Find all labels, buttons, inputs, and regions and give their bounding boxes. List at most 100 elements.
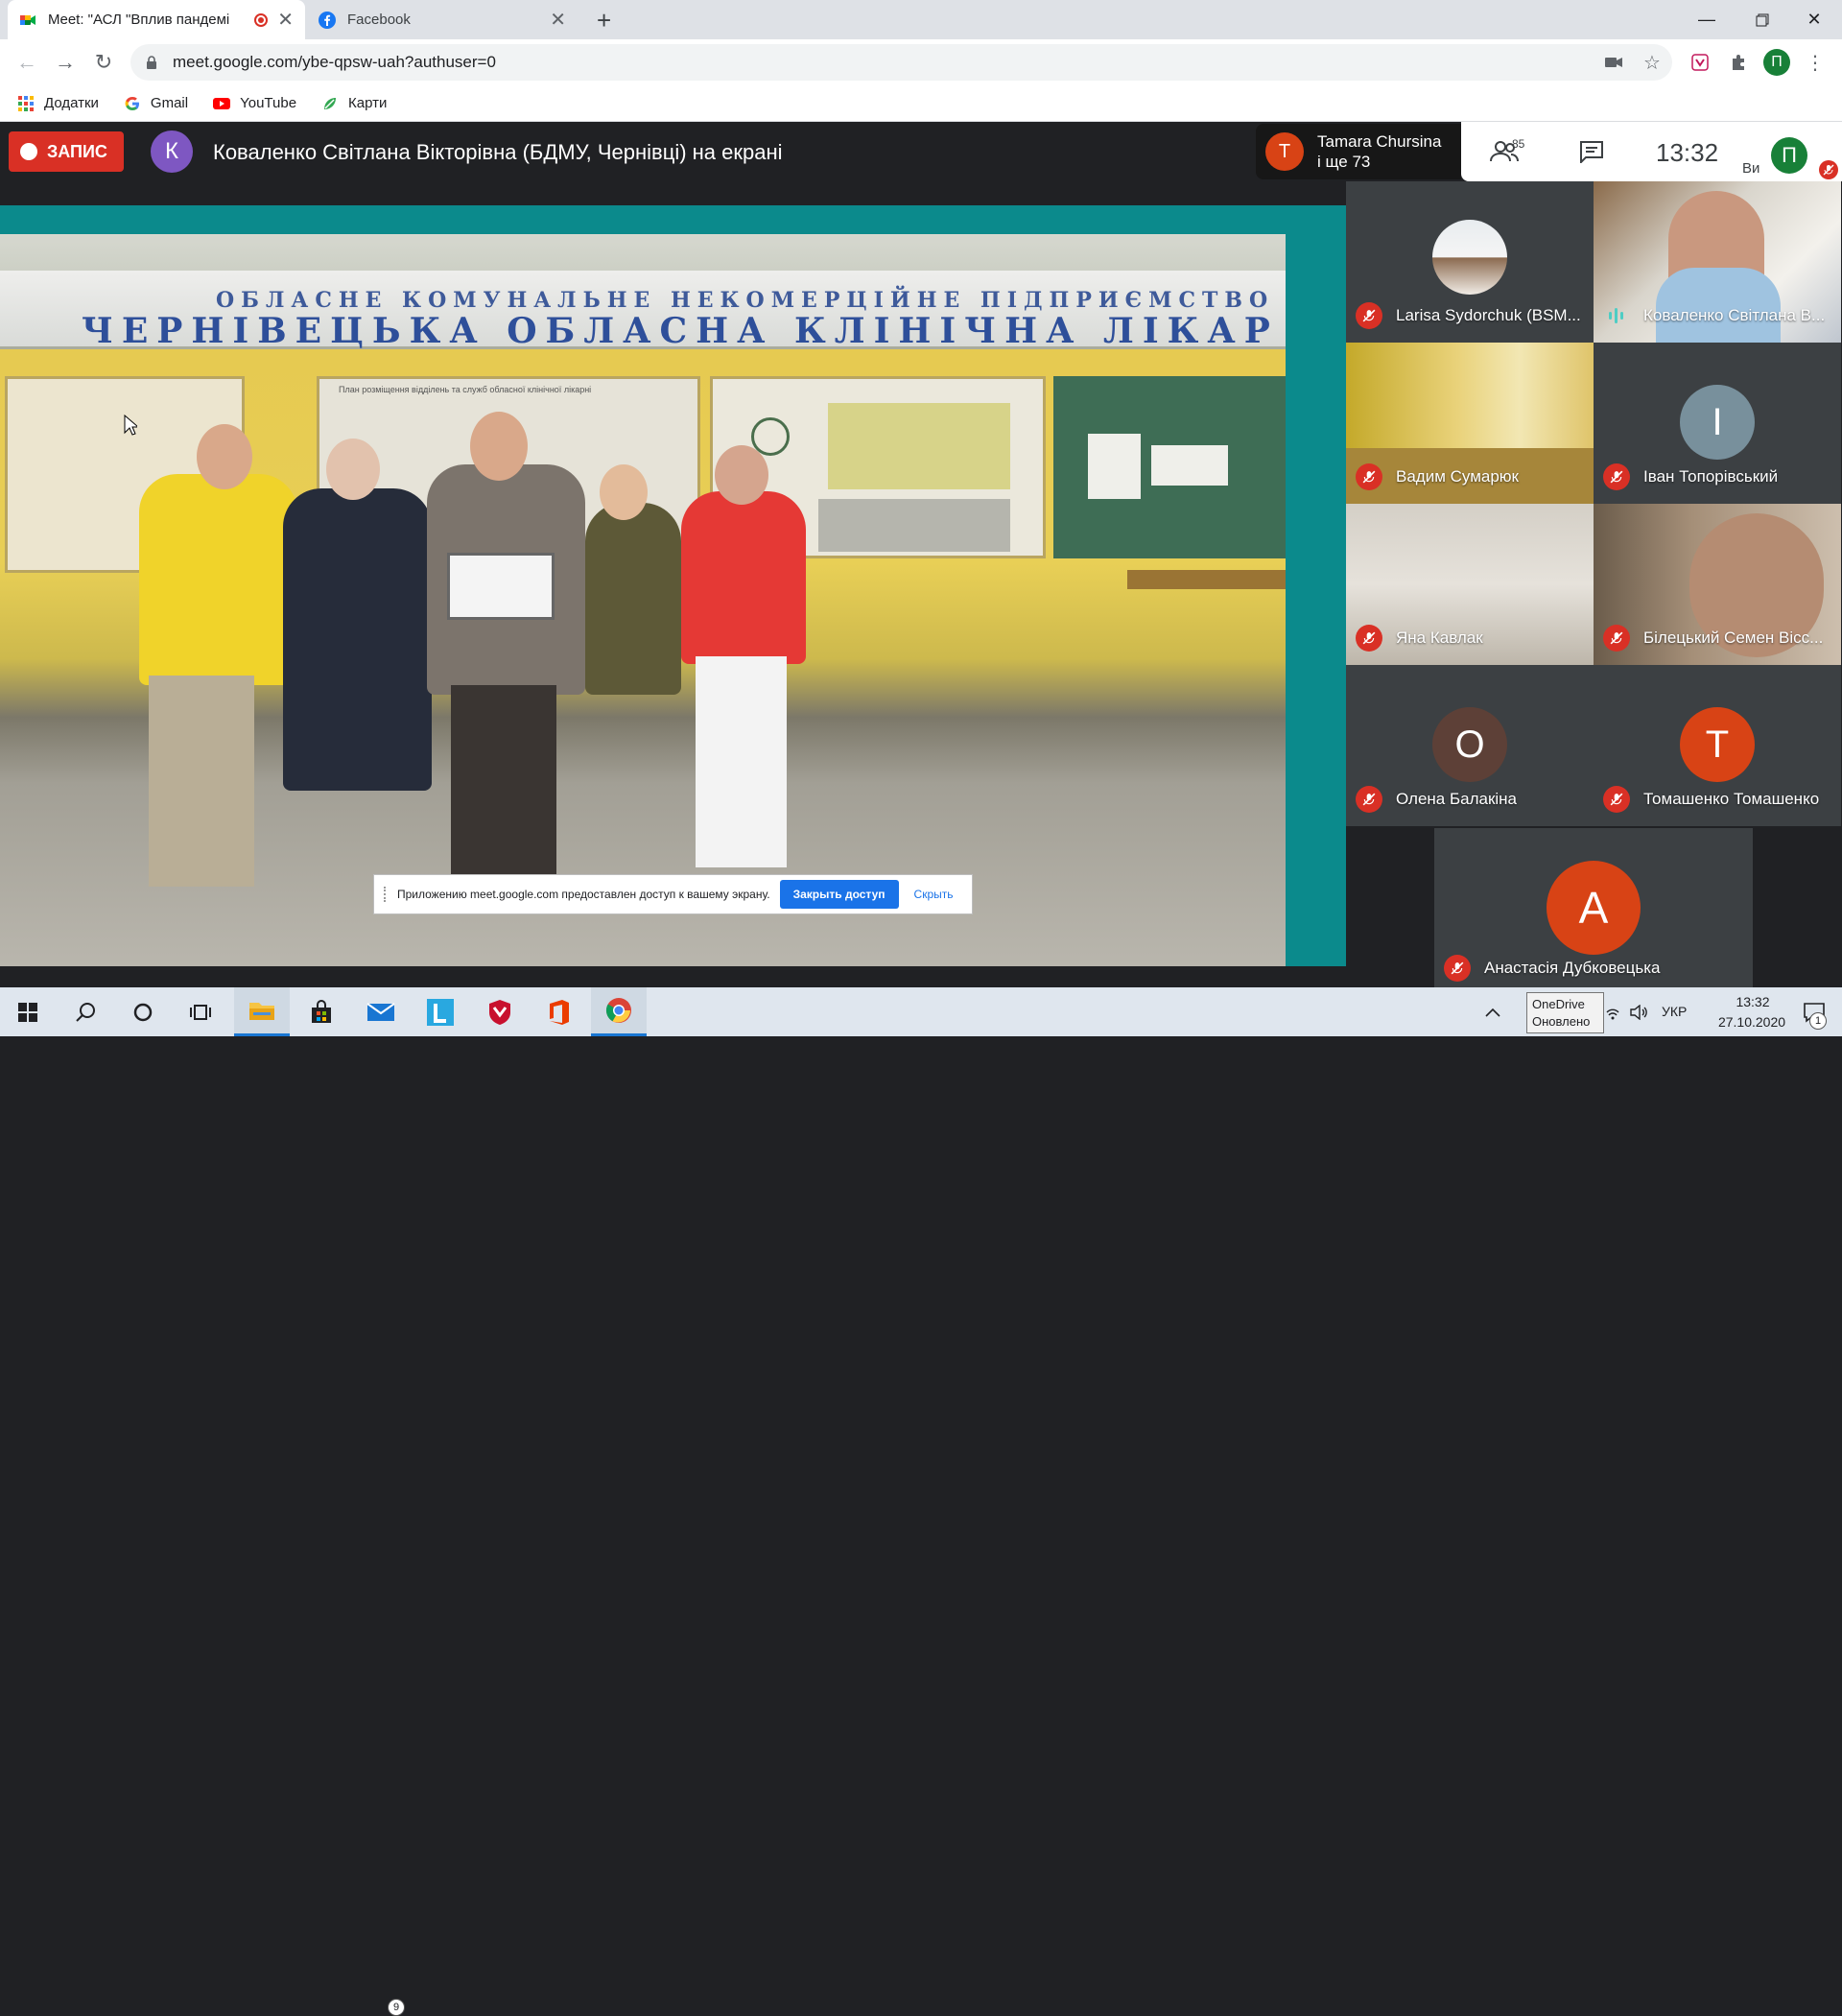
maps-icon [324,97,337,109]
browser-menu-icon[interactable]: ⋮ [1804,51,1827,74]
tab-meet-title: Meet: "АСЛ "Вплив пандемі [48,12,230,28]
bookmark-youtube[interactable]: YouTube [213,95,296,112]
recording-label: ЗАПИС [47,141,107,161]
taskbar-clock-date[interactable]: 27.10.2020 [1704,1014,1800,1030]
person-olive-coat [585,503,681,695]
tab-meet[interactable]: Meet: "АСЛ "Вплив пандемі ✕ [8,0,305,39]
mail-icon[interactable] [353,987,409,1036]
muted-mic-icon [1603,786,1630,813]
participant-tile[interactable]: Вадим Сумарюк [1346,343,1594,504]
maximize-icon[interactable] [1735,0,1790,39]
back-icon[interactable]: ← [13,49,40,76]
forward-icon[interactable]: → [52,49,79,76]
person-red-vest [681,491,806,664]
participant-avatar: А [1547,861,1641,955]
floor-plan-title: План розміщення відділень та служб облас… [339,385,592,394]
participant-name: Коваленко Світлана В... [1643,306,1826,324]
bookmarks-bar: Додатки Gmail YouTube Карти [0,85,1842,122]
chat-icon[interactable] [1576,137,1607,166]
participant-avatar: О [1432,707,1507,782]
participant-tile[interactable]: I Іван Топорівський [1594,343,1841,504]
participant-more: і ще 73 [1317,153,1371,171]
screen-share-notice: Приложению meet.google.com предоставлен … [373,874,973,914]
participant-name: Томашенко Томашенко [1643,790,1820,808]
task-view-icon[interactable] [173,987,228,1036]
reload-icon[interactable]: ↻ [90,49,117,76]
you-label: Ви [1742,160,1760,177]
minimize-icon[interactable]: — [1679,0,1735,39]
store-icon[interactable] [294,987,349,1036]
muted-mic-icon [1444,955,1471,982]
close-tab-icon[interactable]: ✕ [550,11,566,30]
tab-facebook-title: Facebook [347,12,411,28]
participants-summary[interactable]: T Tamara Chursina і ще 73 [1256,124,1461,179]
extension-shield-icon[interactable] [1688,51,1712,74]
tooltip-line-1: OneDrive [1532,997,1585,1011]
drag-handle-icon[interactable] [384,887,390,902]
green-board [1053,376,1286,558]
muted-mic-icon [1603,463,1630,490]
meeting-clock: 13:32 [1656,138,1719,167]
onedrive-tooltip: OneDrive Оновлено [1526,992,1604,1033]
start-windows-icon[interactable] [0,987,56,1036]
extensions-puzzle-icon[interactable] [1727,51,1750,74]
participant-tile[interactable]: Білецький Семен Вісс... [1594,504,1841,665]
person-yellow-jacket [139,474,297,685]
meet-top-bar: ЗАПИС К Коваленко Світлана Вікторівна (Б… [0,122,1842,181]
muted-mic-icon [1603,625,1630,652]
close-window-icon[interactable]: ✕ [1786,0,1842,39]
youtube-icon [213,97,231,109]
cortana-icon[interactable] [115,987,171,1036]
participant-tile[interactable]: Larisa Sydorchuk (BSM... [1346,181,1594,343]
office-icon[interactable] [531,987,587,1036]
share-notice-text: Приложению meet.google.com предоставлен … [397,888,770,901]
file-explorer-icon[interactable] [234,987,290,1036]
camera-in-use-icon[interactable] [1602,51,1625,74]
input-language[interactable]: УКР [1662,1004,1687,1019]
participant-name: Larisa Sydorchuk (BSM... [1396,306,1581,324]
address-bar[interactable]: meet.google.com/ybe-qpsw-uah?authuser=0 [130,44,1672,81]
shared-screen-photo: ОБЛАСНЕ КОМУНАЛЬНЕ НЕКОМЕРЦІЙНЕ ПІДПРИЄМ… [0,234,1286,966]
tray-overflow-icon[interactable] [1466,987,1520,1036]
stop-sharing-button[interactable]: Закрыть доступ [779,880,899,909]
participant-name: Tamara Chursina [1317,132,1442,151]
shared-screen: ОБЛАСНЕ КОМУНАЛЬНЕ НЕКОМЕРЦІЙНЕ ПІДПРИЄМ… [0,205,1346,966]
facebook-favicon-icon [319,11,336,29]
l-app-icon[interactable] [413,987,468,1036]
participant-name: Вадим Сумарюк [1396,467,1519,486]
participant-tile[interactable]: Яна Кавлак [1346,504,1594,665]
lock-icon [147,56,156,69]
taskbar-clock-time[interactable]: 13:32 [1719,994,1786,1009]
browser-toolbar: ← → ↻ meet.google.com/ybe-qpsw-uah?authu… [0,39,1842,85]
sign-line-2: ЧЕРНІВЕЦЬКА ОБЛАСНА КЛІНІЧНА ЛІКАР [82,311,1279,351]
search-icon[interactable] [58,987,113,1036]
apps-grid-icon [18,95,34,111]
bookmark-maps[interactable]: Карти [321,95,387,112]
bookmark-gmail[interactable]: Gmail [124,95,188,112]
tab-facebook[interactable]: Facebook ✕ [307,0,578,39]
participant-tile[interactable]: О Олена Балакіна [1346,665,1594,826]
participant-tile[interactable]: Коваленко Світлана В... [1594,181,1841,343]
chrome-icon[interactable] [591,987,647,1036]
profile-avatar[interactable]: П [1763,49,1790,76]
bookmark-star-icon[interactable]: ☆ [1641,51,1664,74]
url-text: meet.google.com/ybe-qpsw-uah?authuser=0 [173,53,496,71]
mail-badge: 9 [388,1999,405,2016]
speaking-indicator-icon [1609,308,1628,323]
mcafee-shield-icon[interactable] [472,987,528,1036]
tab-strip: Meet: "АСЛ "Вплив пандемі ✕ Facebook ✕ +… [0,0,1842,39]
participant-tile[interactable]: T Томашенко Томашенко [1594,665,1841,826]
bookmark-apps[interactable]: Додатки [17,95,99,112]
person-dark-coat [283,488,432,791]
participant-name: Олена Балакіна [1396,790,1518,808]
notification-count: 1 [1809,1012,1827,1030]
hide-notice-link[interactable]: Скрыть [914,888,954,901]
close-tab-icon[interactable]: ✕ [277,11,294,30]
participant-count: 85 [1512,137,1525,151]
participant-tile[interactable]: А Анастасія Дубковецька [1434,828,1753,987]
recording-button[interactable]: ЗАПИС [9,131,124,172]
new-tab-icon[interactable]: + [597,6,611,36]
muted-mic-icon [1356,786,1382,813]
bookmark-label: Карти [348,95,388,111]
volume-icon[interactable] [1625,987,1654,1036]
